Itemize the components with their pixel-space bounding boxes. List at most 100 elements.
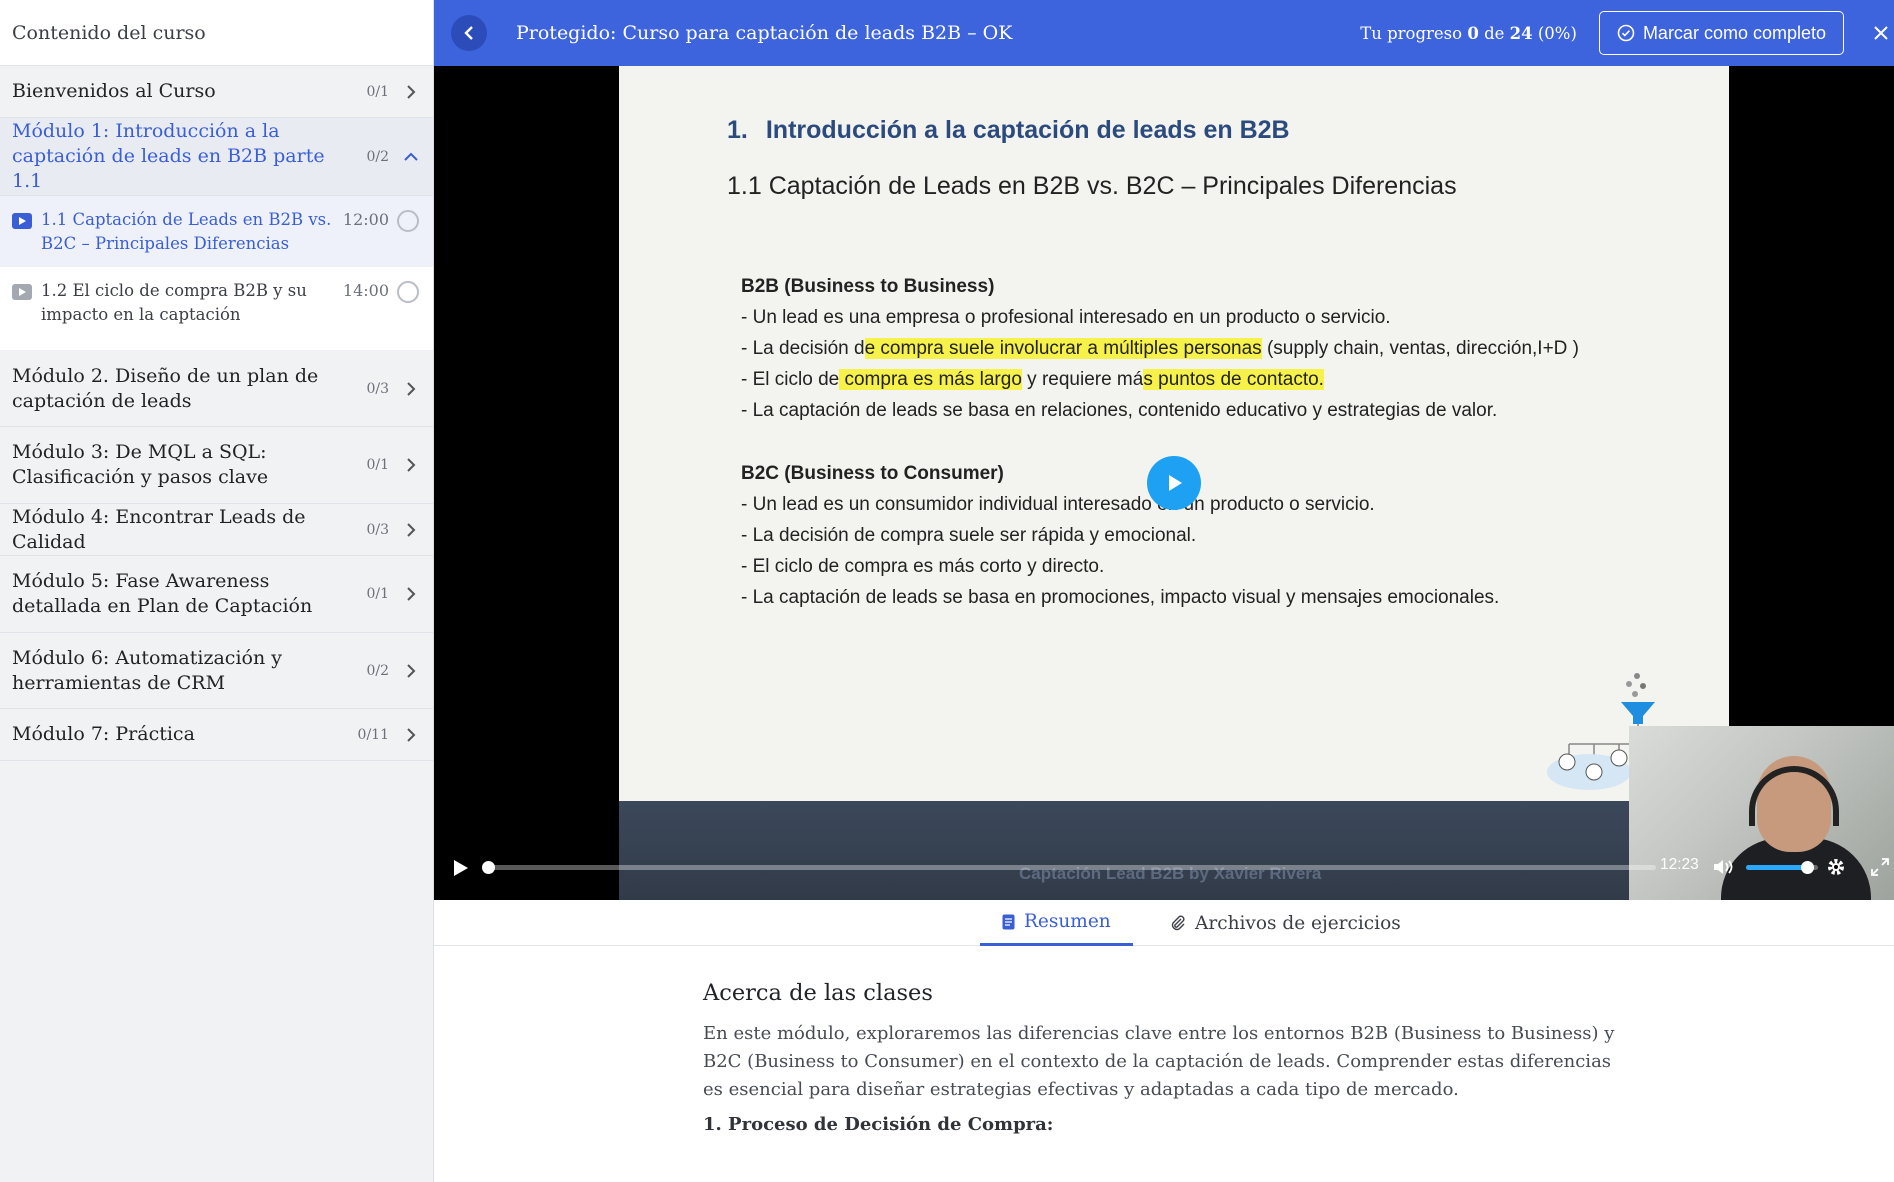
- volume-slider-handle[interactable]: [1801, 861, 1815, 874]
- description-paragraph: En este módulo, exploraremos las diferen…: [703, 1023, 1615, 1100]
- lesson-1-1[interactable]: 1.1 Captación de Leads en B2B vs. B2C – …: [0, 196, 433, 267]
- document-icon: [1002, 914, 1015, 929]
- sidebar-title: Contenido del curso: [0, 0, 433, 66]
- b2b-point-3-highlight-2: s puntos de contacto.: [1143, 369, 1324, 390]
- lesson-description: Acerca de las clases En este módulo, exp…: [703, 980, 1633, 1135]
- b2b-point-2-highlight: e compra suele involucrar a múltiples pe…: [864, 338, 1262, 359]
- description-subheading: 1. Proceso de Decisión de Compra:: [703, 1114, 1054, 1135]
- section-modulo-2[interactable]: Módulo 2. Diseño de un plan de captación…: [0, 351, 433, 427]
- lesson-tabs: Resumen Archivos de ejercicios: [434, 900, 1894, 946]
- play-icon: [454, 860, 468, 876]
- section-modulo-7[interactable]: Módulo 7: Práctica 0/11: [0, 709, 433, 761]
- b2b-point-2-start: - La decisión d: [741, 338, 865, 359]
- section-count: 0/1: [366, 586, 389, 602]
- chevron-right-icon: [403, 663, 419, 679]
- video-play-icon: [12, 213, 32, 229]
- chevron-right-icon: [403, 84, 419, 100]
- section-title: Módulo 1: Introducción a la captación de…: [12, 120, 325, 192]
- check-circle-icon: [1617, 24, 1635, 42]
- lesson-duration: 14:00: [342, 281, 389, 300]
- slide-b2b-block: B2B (Business to Business) - Un lead es …: [741, 271, 1579, 426]
- lesson-duration: 12:00: [342, 210, 389, 229]
- section-title: Módulo 3: De MQL a SQL: Clasificación y …: [12, 441, 269, 488]
- course-title: Protegido: Curso para captación de leads…: [516, 22, 1013, 44]
- fullscreen-icon: [1871, 858, 1889, 876]
- section-title: Bienvenidos al Curso: [12, 80, 216, 102]
- mark-complete-button[interactable]: Marcar como completo: [1598, 11, 1844, 55]
- section-count: 0/1: [366, 457, 389, 473]
- progress-done: 0: [1467, 23, 1479, 43]
- close-button[interactable]: [1868, 20, 1894, 46]
- slide-heading-number: 1.: [727, 116, 748, 144]
- volume-button[interactable]: [1712, 857, 1734, 881]
- seek-bar-handle[interactable]: [482, 861, 495, 874]
- progress-of: de: [1484, 23, 1505, 43]
- section-modulo-4[interactable]: Módulo 4: Encontrar Leads de Calidad 0/3: [0, 504, 433, 556]
- section-count: 0/2: [366, 662, 389, 679]
- close-icon: [1874, 26, 1888, 40]
- progress-label: Tu progreso: [1360, 23, 1463, 43]
- seek-bar[interactable]: [482, 861, 1656, 874]
- b2b-point-3-mid: y requiere má: [1021, 369, 1144, 390]
- chevron-up-icon: [403, 149, 419, 165]
- video-play-icon: [12, 284, 32, 300]
- tab-resumen[interactable]: Resumen: [980, 900, 1133, 946]
- section-count: 0/1: [366, 83, 389, 100]
- lesson-title: 1.1 Captación de Leads en B2B vs. B2C – …: [41, 210, 332, 253]
- tab-archivos[interactable]: Archivos de ejercicios: [1150, 900, 1421, 946]
- video-player[interactable]: 1. Introducción a la captación de leads e…: [434, 66, 1894, 900]
- description-heading: Acerca de las clases: [703, 980, 933, 1006]
- section-modulo-3[interactable]: Módulo 3: De MQL a SQL: Clasificación y …: [0, 427, 433, 504]
- tab-label: Resumen: [1024, 911, 1111, 932]
- video-controls: 12:23: [434, 847, 1894, 887]
- fullscreen-button[interactable]: [1870, 857, 1890, 881]
- progress-text: Tu progreso 0 de 24 (0%): [1360, 24, 1577, 43]
- b2c-point-4: - La captación de leads se basa en promo…: [741, 587, 1500, 608]
- time-remaining: 12:23: [1660, 856, 1699, 873]
- chevron-right-icon: [403, 381, 419, 397]
- slide-heading: 1. Introducción a la captación de leads e…: [727, 116, 1290, 145]
- course-topbar: Protegido: Curso para captación de leads…: [434, 0, 1894, 66]
- play-toggle-button[interactable]: [452, 858, 470, 882]
- slide-b2c-block: B2C (Business to Consumer) - Un lead es …: [741, 458, 1499, 613]
- b2b-point-3-start: - El ciclo de: [741, 369, 840, 390]
- b2b-point-2: - La decisión de compra suele involucrar…: [741, 333, 1579, 364]
- section-modulo-5[interactable]: Módulo 5: Fase Awareness detallada en Pl…: [0, 556, 433, 633]
- paperclip-icon: [1171, 915, 1185, 931]
- big-play-button[interactable]: [1147, 456, 1201, 510]
- back-button[interactable]: [451, 15, 487, 51]
- b2c-point-2: - La decisión de compra suele ser rápida…: [741, 525, 1197, 546]
- section-count: 0/3: [366, 521, 389, 538]
- lesson-title: 1.2 El ciclo de compra B2B y su impacto …: [41, 281, 307, 324]
- section-count: 0/11: [357, 726, 389, 743]
- section-bienvenidos[interactable]: Bienvenidos al Curso 0/1: [0, 66, 433, 118]
- section-title: Módulo 4: Encontrar Leads de Calidad: [12, 505, 306, 553]
- gear-icon: [1828, 859, 1844, 875]
- lesson-complete-checkbox[interactable]: [397, 281, 419, 303]
- section-modulo-1[interactable]: Módulo 1: Introducción a la captación de…: [0, 118, 433, 196]
- section-title: Módulo 2. Diseño de un plan de captación…: [12, 364, 319, 412]
- section-modulo-6[interactable]: Módulo 6: Automatización y herramientas …: [0, 633, 433, 709]
- section-count: 0/2: [366, 148, 389, 165]
- mark-complete-label: Marcar como completo: [1642, 22, 1826, 43]
- b2c-point-1: - Un lead es un consumidor individual in…: [741, 494, 1375, 515]
- chevron-right-icon: [403, 457, 419, 473]
- b2b-point-4: - La captación de leads se basa en relac…: [741, 400, 1498, 421]
- settings-button[interactable]: [1826, 857, 1846, 881]
- section-title: Módulo 5: Fase Awareness detallada en Pl…: [12, 570, 313, 617]
- chevron-right-icon: [403, 522, 419, 538]
- volume-slider-fill: [1746, 865, 1808, 870]
- b2c-heading: B2C (Business to Consumer): [741, 463, 1004, 484]
- b2b-point-2-end: (supply chain, ventas, dirección,I+D ): [1261, 338, 1580, 359]
- b2c-point-3: - El ciclo de compra es más corto y dire…: [741, 556, 1105, 577]
- lesson-complete-checkbox[interactable]: [397, 210, 419, 232]
- lesson-1-2[interactable]: 1.2 El ciclo de compra B2B y su impacto …: [0, 267, 433, 351]
- section-count: 0/3: [366, 380, 389, 397]
- chevron-left-icon: [464, 26, 473, 40]
- volume-slider[interactable]: [1746, 861, 1818, 874]
- progress-percent: (0%): [1537, 23, 1577, 43]
- b2b-heading: B2B (Business to Business): [741, 276, 995, 297]
- volume-icon: [1714, 860, 1733, 874]
- section-title: Módulo 7: Práctica: [12, 723, 195, 745]
- play-icon: [1169, 475, 1182, 491]
